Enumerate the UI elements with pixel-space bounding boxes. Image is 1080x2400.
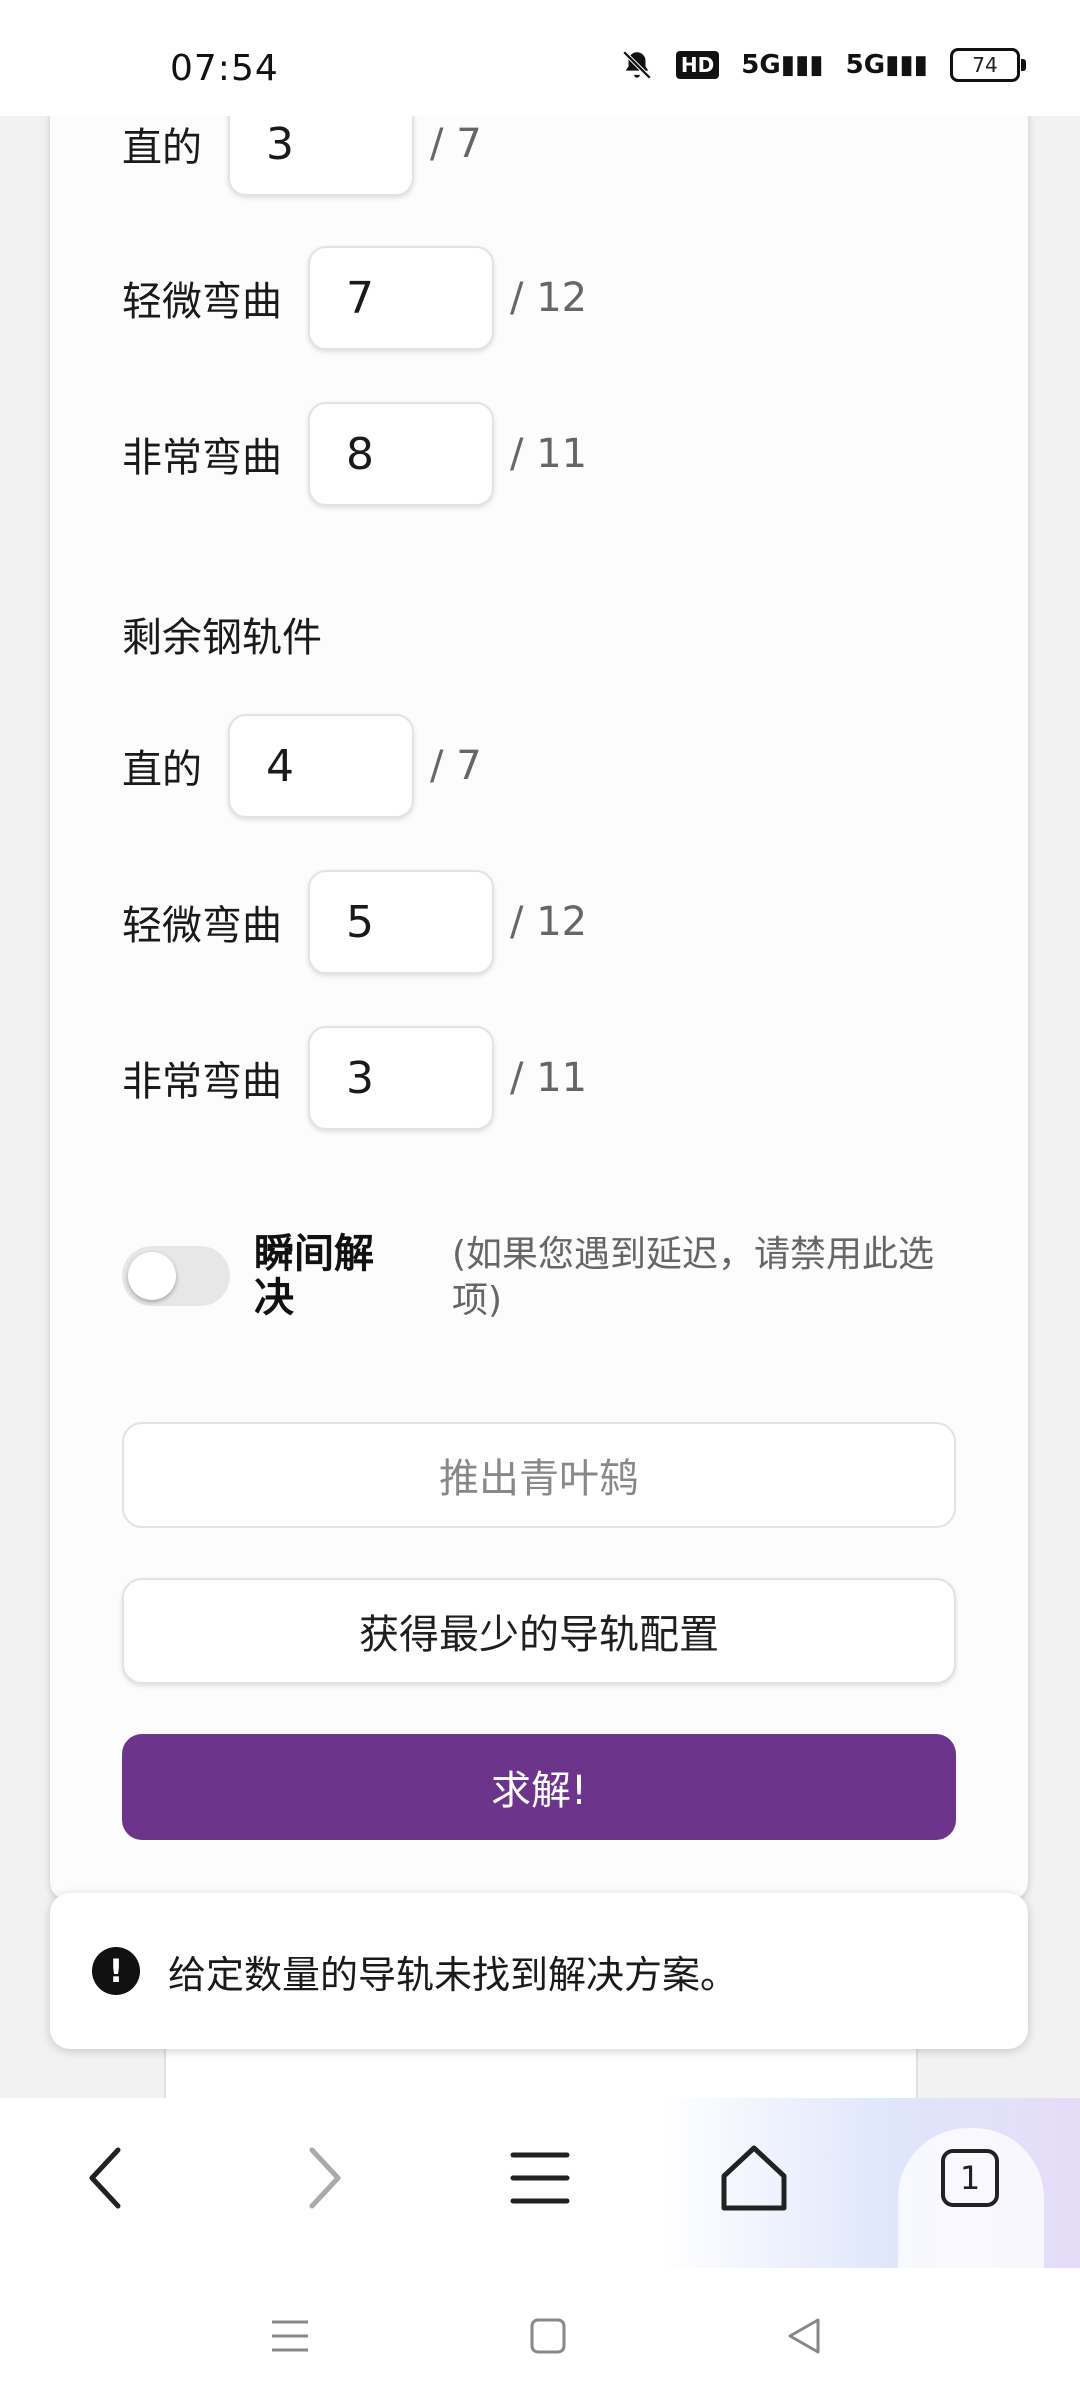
battery-level: 74 — [972, 53, 998, 77]
underlying-panel — [164, 2040, 918, 2100]
home-icon — [721, 2145, 787, 2211]
tab-count: 1 — [959, 2159, 981, 2197]
min-config-button[interactable]: 获得最少的导轨配置 — [122, 1578, 956, 1684]
browser-toolbar: 1 — [0, 2098, 1080, 2268]
row-max: / 7 — [430, 743, 482, 789]
forward-button[interactable] — [264, 2118, 384, 2238]
straight-remaining-input[interactable]: 4 — [228, 714, 414, 818]
toast-message: 给定数量的导轨未找到解决方案。 — [168, 1952, 739, 1997]
row-max: / 11 — [510, 431, 588, 477]
remaining-row-slight-curve: 轻微弯曲 5 / 12 — [122, 870, 587, 974]
status-icons: HD 5G▮▮▮ 5G▮▮▮ 74 — [620, 48, 1026, 82]
chevron-left-icon — [89, 2147, 121, 2209]
used-row-slight-curve: 轻微弯曲 7 / 12 — [122, 246, 587, 350]
slight-curve-remaining-input[interactable]: 5 — [308, 870, 494, 974]
home-button[interactable] — [694, 2118, 814, 2238]
row-label: 直的 — [122, 747, 202, 793]
battery-icon: 74 — [950, 48, 1026, 82]
row-max: / 12 — [510, 899, 588, 945]
row-max: / 12 — [510, 275, 588, 321]
solve-button[interactable]: 求解! — [122, 1734, 956, 1840]
slight-curve-used-input[interactable]: 7 — [308, 246, 494, 350]
row-label: 轻微弯曲 — [122, 279, 282, 325]
signal-5g-icon: 5G▮▮▮ — [741, 50, 824, 80]
triangle-back-icon — [788, 2318, 820, 2354]
status-bar: 07:54 HD 5G▮▮▮ 5G▮▮▮ 74 — [0, 0, 1080, 116]
signal1-label: 5G — [741, 50, 781, 80]
row-max: / 7 — [430, 121, 482, 167]
system-navigation — [0, 2268, 1080, 2400]
push-button[interactable]: 推出青叶鸫 — [122, 1422, 956, 1528]
signal-5g-icon-2: 5G▮▮▮ — [845, 50, 928, 80]
recents-button[interactable] — [260, 2306, 320, 2366]
instant-solve-row: 瞬间解决 (如果您遇到延迟，请禁用此选项) — [122, 1232, 1002, 1322]
square-home-icon — [530, 2318, 566, 2354]
remaining-row-sharp-curve: 非常弯曲 3 / 11 — [122, 1026, 587, 1130]
row-label: 非常弯曲 — [122, 1059, 282, 1105]
instant-solve-toggle[interactable] — [122, 1246, 230, 1306]
instant-solve-hint: (如果您遇到延迟，请禁用此选项) — [452, 1234, 935, 1321]
sharp-curve-used-input[interactable]: 8 — [308, 402, 494, 506]
back-system-button[interactable] — [774, 2306, 834, 2366]
remaining-section-title: 剩余钢轨件 — [122, 615, 322, 661]
recents-icon — [272, 2320, 308, 2352]
hd-icon: HD — [675, 51, 720, 79]
tabs-button[interactable]: 1 — [910, 2118, 1030, 2238]
row-label: 直的 — [122, 125, 202, 171]
used-row-sharp-curve: 非常弯曲 8 / 11 — [122, 402, 587, 506]
remaining-row-straight: 直的 4 / 7 — [122, 714, 482, 818]
row-max: / 11 — [510, 1055, 588, 1101]
rail-settings-card: 直的 3 / 7 轻微弯曲 7 / 12 非常弯曲 8 / 11 剩余钢轨件 直… — [50, 92, 1028, 1900]
menu-icon — [510, 2152, 570, 2204]
row-label: 轻微弯曲 — [122, 903, 282, 949]
instant-solve-label: 瞬间解决 — [254, 1231, 374, 1321]
home-system-button[interactable] — [518, 2306, 578, 2366]
chevron-right-icon — [309, 2147, 341, 2209]
sharp-curve-remaining-input[interactable]: 3 — [308, 1026, 494, 1130]
status-time: 07:54 — [170, 48, 279, 89]
mute-bell-icon — [622, 50, 652, 80]
back-button[interactable] — [46, 2118, 166, 2238]
signal2-label: 5G — [845, 50, 886, 80]
alert-icon: ! — [92, 1947, 140, 1995]
no-solution-toast: ! 给定数量的导轨未找到解决方案。 — [50, 1893, 1028, 2049]
row-label: 非常弯曲 — [122, 435, 282, 481]
menu-button[interactable] — [480, 2118, 600, 2238]
toggle-knob — [128, 1252, 176, 1300]
